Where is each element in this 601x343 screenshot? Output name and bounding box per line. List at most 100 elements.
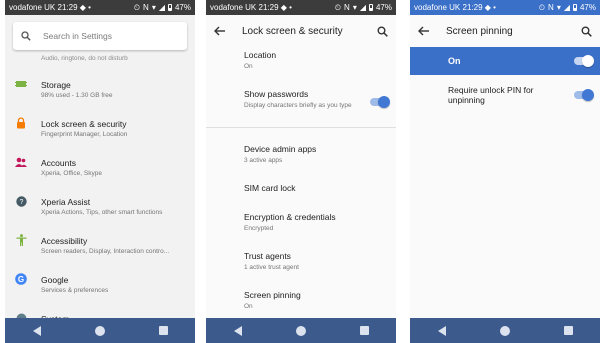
page-title: Screen pinning: [446, 25, 513, 37]
search-icon[interactable]: [377, 26, 388, 37]
master-switch-toggle[interactable]: [574, 55, 594, 67]
setting-title: Encryption & credentials: [244, 212, 336, 222]
master-switch-label: On: [448, 56, 461, 66]
carrier-label: vodafone UK: [210, 3, 257, 12]
recents-square-icon: [158, 326, 168, 335]
settings-item-title: Storage: [41, 80, 71, 90]
setting-subtitle: Display characters briefly as you type: [244, 102, 352, 109]
nav-home-button[interactable]: [498, 324, 512, 338]
lock-icon: [15, 117, 27, 129]
settings-item-subtitle: Screen readers, Display, Interaction con…: [41, 248, 170, 255]
settings-item-subtitle: Fingerprint Manager, Location: [41, 131, 128, 138]
accessibility-icon: [15, 234, 27, 246]
settings-list: Storage 98% used - 1.30 GB free Lock scr…: [5, 67, 195, 340]
setting-screen-pinning[interactable]: Screen pinning On: [244, 290, 362, 311]
screen-pinning-screen: vodafone UK 21:29 ◆ • ⏲ N ▾ ◢ 47% Screen…: [410, 0, 600, 343]
setting-subtitle: On: [244, 303, 253, 310]
setting-title: Trust agents: [244, 251, 291, 261]
settings-screen: vodafone UK 21:29 ◆ • ⏲ N ▾ ◢ 47% Search…: [5, 0, 195, 343]
storage-icon: [15, 78, 27, 90]
nav-back-button[interactable]: [435, 324, 449, 338]
toggle-knob: [378, 96, 390, 108]
signal-icon: ◢: [158, 2, 165, 12]
status-time: 21:29: [57, 3, 78, 12]
setting-title: Location: [244, 50, 277, 60]
lock-screen-security-screen: vodafone UK 21:29 ◆ • ⏲ N ▾ ◢ 47% Lock s…: [206, 0, 396, 343]
accounts-icon: [15, 156, 27, 168]
notification-dot-icon: ◆ •: [79, 3, 91, 12]
alarm-icon: ⏲: [133, 2, 141, 12]
setting-subtitle: Encrypted: [244, 225, 274, 232]
status-bar: vodafone UK 21:29 ◆ • ⏲ N ▾ ◢ 47%: [5, 0, 195, 15]
setting-title: Screen pinning: [244, 290, 301, 300]
settings-item-accounts[interactable]: Accounts Xperia, Office, Skype: [5, 145, 195, 184]
nav-recents-button[interactable]: [156, 324, 170, 338]
nav-home-button[interactable]: [294, 324, 308, 338]
setting-subtitle: On: [244, 63, 253, 70]
settings-item-xperia-assist[interactable]: ? Xperia Assist Xperia Actions, Tips, ot…: [5, 184, 195, 223]
setting-trust-agents[interactable]: Trust agents 1 active trust agent: [244, 251, 362, 272]
app-bar: Lock screen & security: [206, 15, 396, 47]
require-pin-toggle[interactable]: [574, 89, 594, 101]
setting-title: Device admin apps: [244, 144, 317, 154]
setting-device-admin-apps[interactable]: Device admin apps 3 active apps: [244, 144, 362, 165]
settings-item-title: Accounts: [41, 158, 76, 168]
nav-recents-button[interactable]: [561, 324, 575, 338]
toggle-knob: [582, 89, 594, 101]
svg-text:G: G: [18, 275, 24, 284]
wifi-icon: ▾: [151, 2, 156, 12]
nav-recents-button[interactable]: [357, 324, 371, 338]
nav-home-button[interactable]: [93, 324, 107, 338]
require-pin-label: Require unlock PIN for unpinning: [448, 85, 534, 105]
cutoff-subtitle: Audio, ringtone, do not disturb: [41, 55, 128, 62]
back-arrow-icon[interactable]: [418, 25, 430, 37]
search-bar[interactable]: Search in Settings: [13, 22, 187, 50]
nav-back-button[interactable]: [30, 324, 44, 338]
settings-item-accessibility[interactable]: Accessibility Screen readers, Display, I…: [5, 223, 195, 262]
status-time: 21:29: [462, 3, 483, 12]
back-triangle-icon: [32, 325, 41, 336]
setting-subtitle: 3 active apps: [244, 157, 283, 164]
setting-subtitle: 1 active trust agent: [244, 264, 299, 271]
settings-item-subtitle: Services & preferences: [41, 287, 109, 294]
settings-item-subtitle: Xperia Actions, Tips, other smart functi…: [41, 209, 163, 216]
divider: [206, 127, 396, 128]
alarm-icon: ⏲: [334, 2, 342, 12]
show-passwords-toggle[interactable]: [370, 96, 390, 108]
status-bar: vodafone UK 21:29 ◆ • ⏲ N ▾ ◢ 47%: [410, 0, 600, 15]
carrier-label: vodafone UK: [9, 3, 56, 12]
battery-icon: [368, 4, 373, 11]
battery-icon: [167, 4, 172, 11]
back-arrow-icon[interactable]: [214, 25, 226, 37]
nav-bar: [206, 318, 396, 343]
google-icon: G: [15, 273, 27, 285]
nfc-icon: N: [548, 2, 554, 12]
search-placeholder: Search in Settings: [43, 31, 112, 41]
nav-back-button[interactable]: [231, 324, 245, 338]
page-title: Lock screen & security: [242, 25, 343, 37]
alarm-icon: ⏲: [538, 2, 546, 12]
nav-bar: [5, 318, 195, 343]
wifi-icon: ▾: [556, 2, 561, 12]
setting-title: SIM card lock: [244, 183, 296, 193]
notification-dot-icon: ◆ •: [280, 3, 292, 12]
content-area: [410, 75, 600, 318]
settings-item-storage[interactable]: Storage 98% used - 1.30 GB free: [5, 67, 195, 106]
recents-square-icon: [359, 326, 369, 335]
setting-sim-card-lock[interactable]: SIM card lock: [244, 183, 296, 193]
search-icon[interactable]: [581, 26, 592, 37]
search-icon: [21, 31, 31, 41]
settings-item-lock-screen[interactable]: Lock screen & security Fingerprint Manag…: [5, 106, 195, 145]
setting-location[interactable]: Location On: [244, 50, 362, 71]
battery-level: 47%: [375, 3, 392, 12]
recents-square-icon: [563, 326, 573, 335]
battery-icon: [572, 4, 577, 11]
status-bar: vodafone UK 21:29 ◆ • ⏲ N ▾ ◢ 47%: [206, 0, 396, 15]
setting-encryption-credentials[interactable]: Encryption & credentials Encrypted: [244, 212, 362, 233]
svg-text:?: ?: [19, 199, 23, 206]
settings-item-google[interactable]: G Google Services & preferences: [5, 262, 195, 301]
home-circle-icon: [94, 325, 105, 336]
settings-item-title: Lock screen & security: [41, 119, 127, 129]
screen-pinning-master-switch-bar[interactable]: On: [410, 47, 600, 75]
setting-show-passwords[interactable]: Show passwords Display characters briefl…: [244, 89, 362, 110]
